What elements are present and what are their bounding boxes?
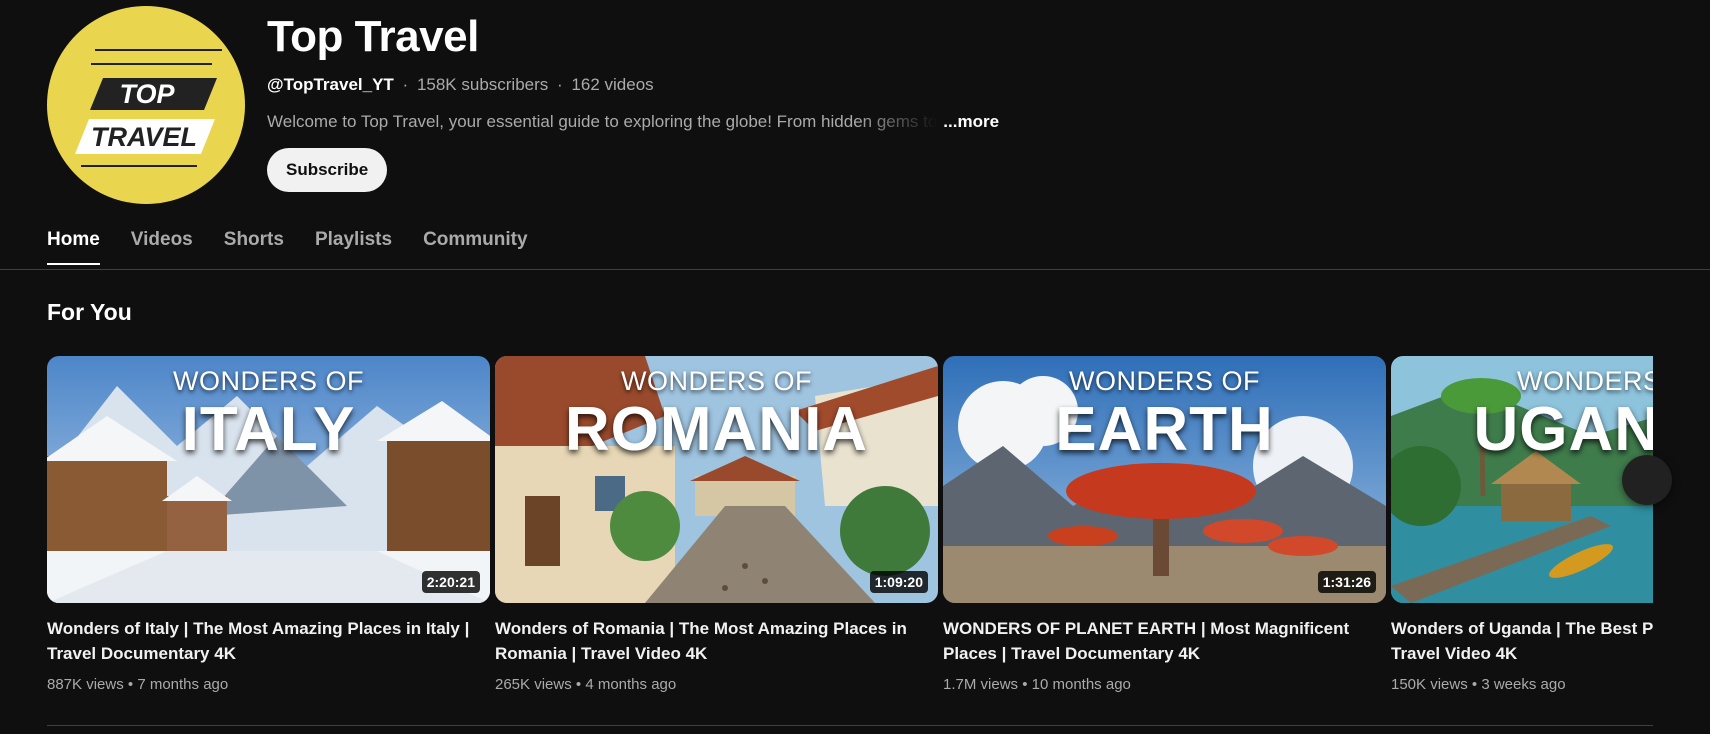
channel-description-row[interactable]: Welcome to Top Travel, your essential gu… bbox=[267, 112, 999, 132]
channel-tabs: Home Videos Shorts Playlists Community bbox=[47, 226, 559, 265]
video-meta: 265K views • 4 months ago bbox=[495, 676, 938, 693]
meta-separator: • bbox=[1471, 676, 1478, 693]
tab-community[interactable]: Community bbox=[423, 226, 528, 265]
video-count: 162 videos bbox=[571, 75, 654, 94]
tab-shorts[interactable]: Shorts bbox=[224, 226, 284, 265]
video-card[interactable]: WONDERS OF ROMANIA 1:09:20 Wonders of Ro… bbox=[495, 356, 938, 693]
tabs-divider bbox=[0, 269, 1710, 270]
video-card[interactable]: WONDERS OF ITALY 2:20:21 Wonders of Ital… bbox=[47, 356, 490, 693]
video-title[interactable]: WONDERS OF PLANET EARTH | Most Magnifice… bbox=[943, 616, 1373, 666]
video-title[interactable]: Wonders of Uganda | The Best Places in U… bbox=[1391, 616, 1653, 666]
shelf-next-button[interactable] bbox=[1622, 455, 1672, 505]
tab-playlists[interactable]: Playlists bbox=[315, 226, 392, 265]
thumbnail-caption-small: WONDERS OF bbox=[173, 366, 364, 396]
upload-age: 3 weeks ago bbox=[1481, 676, 1566, 693]
svg-text:TRAVEL: TRAVEL bbox=[91, 122, 197, 152]
video-title[interactable]: Wonders of Italy | The Most Amazing Plac… bbox=[47, 616, 477, 666]
video-title-line: Romania | Travel Video 4K bbox=[495, 644, 708, 663]
upload-age: 4 months ago bbox=[585, 676, 677, 693]
thumbnail-caption-small: WONDERS OF bbox=[621, 366, 812, 396]
video-title[interactable]: Wonders of Romania | The Most Amazing Pl… bbox=[495, 616, 925, 666]
thumbnail-caption-small: WONDERS OF bbox=[1517, 366, 1653, 396]
video-meta: 150K views • 3 weeks ago bbox=[1391, 676, 1653, 693]
thumbnail-caption-big: UGANDA bbox=[1473, 395, 1653, 464]
video-meta: 1.7M views • 10 months ago bbox=[943, 676, 1386, 693]
video-duration: 1:09:20 bbox=[869, 571, 928, 593]
section-title: For You bbox=[47, 299, 132, 325]
upload-age: 10 months ago bbox=[1031, 676, 1131, 693]
channel-avatar[interactable]: TOP TRAVEL bbox=[47, 6, 245, 204]
subscribe-button[interactable]: Subscribe bbox=[267, 148, 388, 192]
thumbnail-caption-big: EARTH bbox=[1055, 395, 1274, 464]
video-thumbnail[interactable]: WONDERS OF UGANDA bbox=[1391, 356, 1653, 603]
video-title-line: Wonders of Romania | The Most Amazing Pl… bbox=[495, 619, 907, 638]
view-count: 150K views bbox=[1391, 676, 1468, 693]
video-duration: 1:31:26 bbox=[1317, 571, 1376, 593]
svg-text:TOP: TOP bbox=[119, 79, 175, 109]
channel-meta: @TopTravel_YT · 158K subscribers · 162 v… bbox=[267, 75, 654, 95]
video-title-line: Wonders of Uganda | The Best Places in U… bbox=[1391, 619, 1653, 638]
video-shelf: WONDERS OF ITALY 2:20:21 Wonders of Ital… bbox=[47, 356, 1653, 696]
video-card[interactable]: WONDERS OF UGANDA Wonders of Uganda | Th… bbox=[1391, 356, 1653, 693]
thumbnail-caption-small: WONDERS OF bbox=[1069, 366, 1260, 396]
top-travel-logo: TOP TRAVEL bbox=[75, 49, 222, 167]
video-card[interactable]: WONDERS OF EARTH 1:31:26 WONDERS OF PLAN… bbox=[943, 356, 1386, 693]
meta-separator: · bbox=[402, 75, 409, 94]
video-title-line: Travel Documentary 4K bbox=[47, 644, 236, 663]
section-divider bbox=[47, 725, 1653, 726]
subscriber-count: 158K subscribers bbox=[416, 75, 549, 94]
video-title-line: Places | Travel Documentary 4K bbox=[943, 644, 1201, 663]
video-thumbnail[interactable]: WONDERS OF EARTH 1:31:26 bbox=[943, 356, 1386, 603]
view-count: 1.7M views bbox=[943, 676, 1019, 693]
meta-separator: · bbox=[557, 75, 563, 94]
meta-separator: • bbox=[1022, 676, 1028, 693]
tab-videos[interactable]: Videos bbox=[131, 226, 193, 265]
view-count: 265K views bbox=[495, 676, 572, 693]
meta-separator: • bbox=[127, 676, 134, 693]
video-duration: 2:20:21 bbox=[421, 571, 480, 593]
upload-age: 7 months ago bbox=[137, 676, 229, 693]
video-title-line: Wonders of Italy | The Most Amazing Plac… bbox=[47, 619, 470, 638]
channel-description: Welcome to Top Travel, your essential gu… bbox=[267, 112, 938, 131]
channel-name: Top Travel bbox=[267, 12, 479, 61]
description-more-link[interactable]: ...more bbox=[943, 112, 999, 131]
meta-separator: • bbox=[575, 676, 582, 693]
video-meta: 887K views • 7 months ago bbox=[47, 676, 490, 693]
video-title-line: Travel Video 4K bbox=[1391, 644, 1518, 663]
view-count: 887K views bbox=[47, 676, 124, 693]
thumbnail-caption-big: ITALY bbox=[181, 395, 356, 464]
thumbnail-caption-big: ROMANIA bbox=[564, 395, 869, 464]
video-thumbnail[interactable]: WONDERS OF ITALY 2:20:21 bbox=[47, 356, 490, 603]
channel-handle: @TopTravel_YT bbox=[267, 75, 394, 94]
video-title-line: WONDERS OF PLANET EARTH | Most Magnifice… bbox=[943, 619, 1350, 638]
tab-home[interactable]: Home bbox=[47, 226, 100, 265]
video-thumbnail[interactable]: WONDERS OF ROMANIA 1:09:20 bbox=[495, 356, 938, 603]
